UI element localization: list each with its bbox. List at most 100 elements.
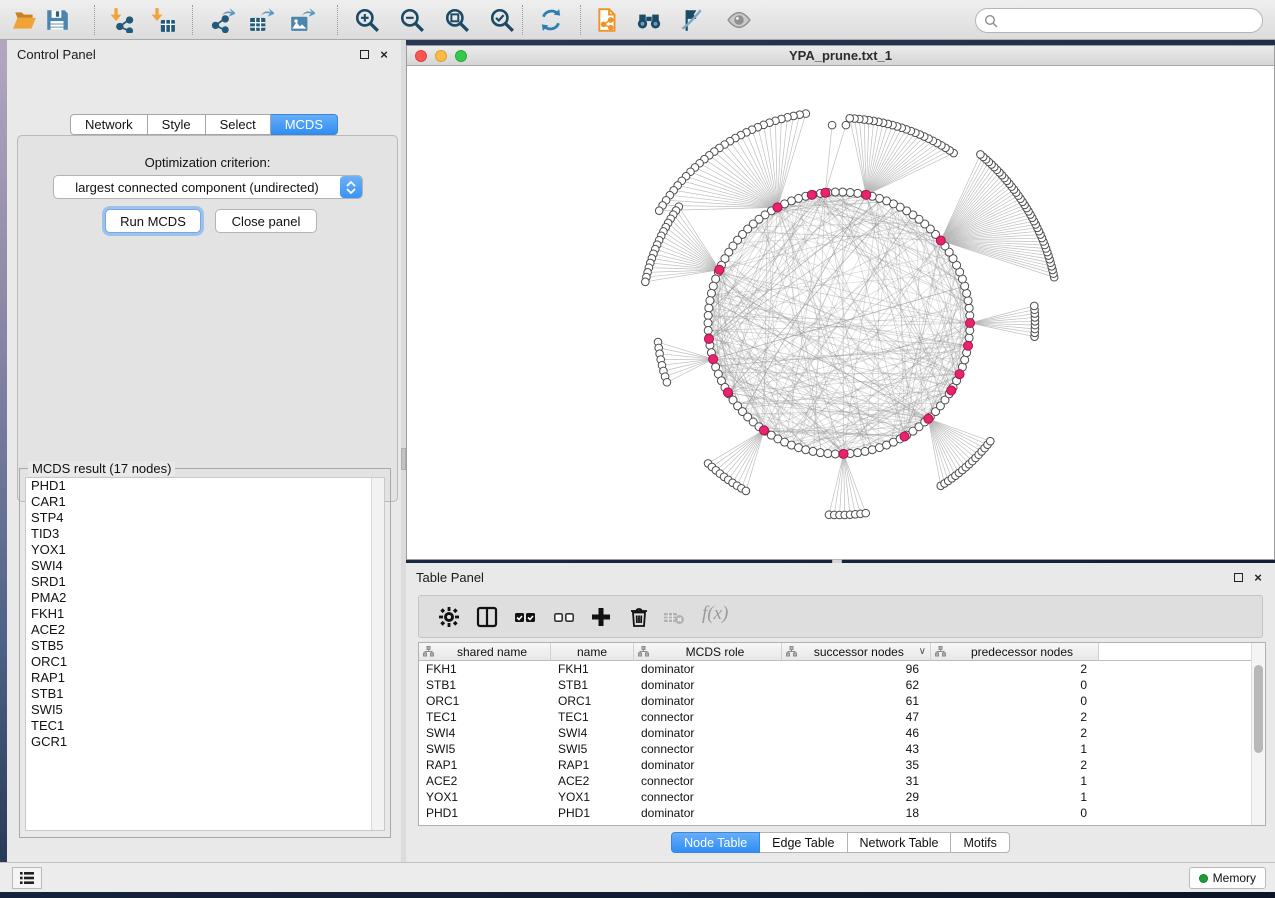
float-panel-icon[interactable]: [1231, 570, 1245, 584]
graph-hub-node[interactable]: [862, 190, 871, 199]
mcds-result-item[interactable]: FKH1: [26, 606, 384, 622]
table-row[interactable]: ACE2ACE2connector311: [419, 773, 1265, 789]
table-cell[interactable]: dominator: [634, 693, 782, 709]
mcds-result-item[interactable]: TEC1: [26, 718, 384, 734]
network-graph-canvas[interactable]: [407, 66, 1274, 559]
table-cell[interactable]: TEC1: [551, 709, 634, 725]
table-cell[interactable]: 0: [931, 805, 1099, 821]
delete-column-icon[interactable]: [627, 605, 651, 629]
mcds-result-item[interactable]: ACE2: [26, 622, 384, 638]
refresh-icon[interactable]: [538, 7, 564, 33]
graph-node[interactable]: [809, 447, 817, 455]
table-row[interactable]: STB1STB1dominator620: [419, 677, 1265, 693]
tab-style[interactable]: Style: [148, 114, 206, 135]
graph-node[interactable]: [802, 446, 810, 454]
graph-node[interactable]: [824, 450, 832, 458]
graph-node[interactable]: [642, 278, 650, 286]
table-cell[interactable]: RAP1: [551, 757, 634, 773]
save-session-icon[interactable]: [44, 7, 70, 33]
network-window-titlebar[interactable]: YPA_prune.txt_1: [407, 46, 1274, 66]
graph-node[interactable]: [965, 334, 973, 342]
graph-node[interactable]: [965, 304, 973, 312]
graph-node[interactable]: [861, 447, 869, 455]
graph-hub-node[interactable]: [936, 236, 945, 245]
mcds-result-item[interactable]: SWI5: [26, 702, 384, 718]
table-cell[interactable]: dominator: [634, 725, 782, 741]
graph-node[interactable]: [663, 378, 671, 386]
mcds-result-item[interactable]: GCR1: [26, 734, 384, 750]
table-cell[interactable]: 2: [931, 725, 1099, 741]
graph-node[interactable]: [831, 450, 839, 458]
table-cell[interactable]: ORC1: [551, 693, 634, 709]
mcds-result-item[interactable]: SRD1: [26, 574, 384, 590]
mcds-result-item[interactable]: YOX1: [26, 542, 384, 558]
graph-node[interactable]: [816, 449, 824, 457]
table-row[interactable]: SWI5SWI5connector431: [419, 741, 1265, 757]
graph-node[interactable]: [846, 114, 854, 122]
table-cell[interactable]: dominator: [634, 661, 782, 677]
table-cell[interactable]: PHD1: [419, 805, 551, 821]
memory-button[interactable]: Memory: [1189, 867, 1266, 889]
table-cell[interactable]: FKH1: [419, 661, 551, 677]
graph-node[interactable]: [842, 121, 850, 129]
open-file-icon[interactable]: [12, 7, 38, 33]
graph-hub-node[interactable]: [966, 319, 975, 328]
first-neighbors-icon[interactable]: [636, 7, 662, 33]
hide-selected-icon[interactable]: [678, 7, 704, 33]
mcds-result-item[interactable]: CAR1: [26, 494, 384, 510]
tab-network-table[interactable]: Network Table: [848, 832, 952, 853]
tab-edge-table[interactable]: Edge Table: [760, 832, 847, 853]
table-cell[interactable]: SWI5: [551, 741, 634, 757]
tab-node-table[interactable]: Node Table: [671, 832, 760, 853]
graph-node[interactable]: [706, 297, 714, 305]
mcds-result-item[interactable]: PMA2: [26, 590, 384, 606]
graph-node[interactable]: [986, 437, 994, 445]
table-cell[interactable]: FKH1: [551, 661, 634, 677]
run-mcds-button[interactable]: Run MCDS: [105, 209, 201, 233]
mcds-result-item[interactable]: RAP1: [26, 670, 384, 686]
table-cell[interactable]: TEC1: [419, 709, 551, 725]
mcds-result-item[interactable]: ORC1: [26, 654, 384, 670]
table-cell[interactable]: connector: [634, 789, 782, 805]
table-row[interactable]: FKH1FKH1dominator962: [419, 661, 1265, 677]
import-network-icon[interactable]: [109, 7, 135, 33]
list-scrollbar[interactable]: [371, 478, 384, 830]
tab-select[interactable]: Select: [206, 114, 271, 135]
add-column-icon[interactable]: [589, 605, 613, 629]
graph-node[interactable]: [846, 188, 854, 196]
table-cell[interactable]: 96: [782, 661, 931, 677]
import-table-icon[interactable]: [150, 7, 176, 33]
table-cell[interactable]: STB1: [551, 677, 634, 693]
mcds-result-list[interactable]: PHD1CAR1STP4TID3YOX1SWI4SRD1PMA2FKH1ACE2…: [25, 477, 385, 831]
table-row[interactable]: RAP1RAP1dominator352: [419, 757, 1265, 773]
graph-node[interactable]: [854, 449, 862, 457]
table-cell[interactable]: 1: [931, 741, 1099, 757]
table-cell[interactable]: YOX1: [419, 789, 551, 805]
network-from-document-icon[interactable]: [595, 7, 621, 33]
graph-hub-node[interactable]: [964, 341, 973, 350]
graph-node[interactable]: [828, 121, 836, 129]
scrollbar-thumb[interactable]: [1254, 665, 1263, 753]
node-table[interactable]: shared namenameMCDS rolesuccessor nodes∨…: [418, 642, 1266, 826]
graph-hub-node[interactable]: [900, 432, 909, 441]
table-cell[interactable]: connector: [634, 709, 782, 725]
table-cell[interactable]: 62: [782, 677, 931, 693]
table-cell[interactable]: 2: [931, 661, 1099, 677]
graph-hub-node[interactable]: [759, 426, 768, 435]
table-cell[interactable]: 18: [782, 805, 931, 821]
table-cell[interactable]: ACE2: [419, 773, 551, 789]
export-network-icon[interactable]: [209, 7, 235, 33]
column-header-predecessor-nodes[interactable]: predecessor nodes: [931, 643, 1099, 661]
table-row[interactable]: YOX1YOX1connector291: [419, 789, 1265, 805]
table-cell[interactable]: 43: [782, 741, 931, 757]
window-maximize-icon[interactable]: [455, 50, 467, 62]
table-cell[interactable]: 47: [782, 709, 931, 725]
table-row[interactable]: PHD1PHD1dominator180: [419, 805, 1265, 821]
table-cell[interactable]: 0: [931, 693, 1099, 709]
graph-node[interactable]: [704, 312, 712, 320]
table-row[interactable]: TEC1TEC1connector472: [419, 709, 1265, 725]
graph-hub-node[interactable]: [715, 265, 724, 274]
graph-node[interactable]: [839, 188, 847, 196]
window-close-icon[interactable]: [415, 50, 427, 62]
graph-node[interactable]: [709, 282, 717, 290]
